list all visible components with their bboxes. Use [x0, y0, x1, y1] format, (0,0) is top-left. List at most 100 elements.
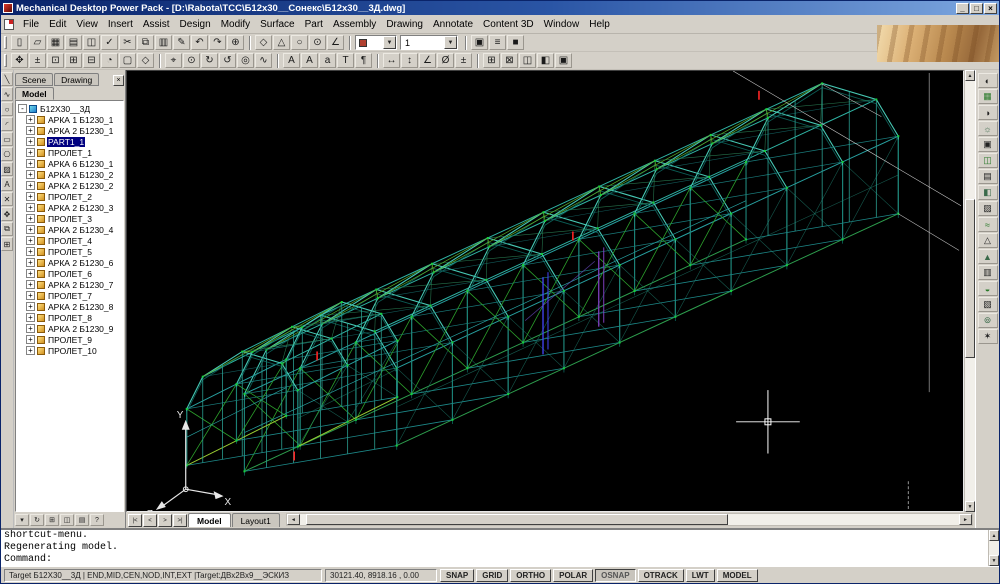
scenes-icon[interactable]: ▣ — [978, 137, 998, 152]
tree-expander[interactable]: + — [26, 148, 35, 157]
tree-item-арка-1-б1230-2[interactable]: +АРКА 1 Б1230_2 — [18, 169, 123, 180]
tree-expander[interactable]: + — [26, 214, 35, 223]
polygon-icon[interactable]: ⎔ — [1, 147, 13, 161]
menu-part[interactable]: Part — [300, 17, 328, 32]
combine-icon[interactable]: ◫ — [519, 53, 536, 68]
combo-dropdown-icon[interactable]: ▼ — [444, 36, 457, 49]
menu-drawing[interactable]: Drawing — [381, 17, 428, 32]
zoom-previous-icon[interactable]: ⊟ — [83, 53, 100, 68]
scroll-right-icon[interactable]: ► — [959, 514, 972, 525]
snap-center-icon[interactable]: ○ — [291, 35, 308, 50]
status-toggle-snap[interactable]: SNAP — [440, 569, 474, 582]
menu-file[interactable]: File — [18, 17, 44, 32]
tab-scene[interactable]: Scene — [15, 73, 53, 86]
sketch-icon[interactable]: ∿ — [255, 53, 272, 68]
tab-model-space[interactable]: Model — [188, 513, 231, 527]
tree-expander[interactable]: + — [26, 137, 35, 146]
tree-item-пролет-2[interactable]: +ПРОЛЕТ_2 — [18, 191, 123, 202]
background-icon[interactable]: ▨ — [978, 201, 998, 216]
new-assembly-icon[interactable]: ⊠ — [501, 53, 518, 68]
command-history[interactable]: shortcut-menu. Regenerating model. Comma… — [1, 530, 988, 566]
ucs-icon[interactable]: ⌖ — [165, 53, 182, 68]
scroll-down-icon[interactable]: ▼ — [965, 501, 975, 512]
materials-icon[interactable]: ◫ — [978, 153, 998, 168]
tree-item-арка-2-б1230-3[interactable]: +АРКА 2 Б1230_3 — [18, 202, 123, 213]
copy-icon[interactable]: ⧉ — [137, 35, 154, 50]
statistics-icon[interactable]: ▧ — [978, 297, 998, 312]
tree-item-арка-2-б1230-1[interactable]: +АРКА 2 Б1230_1 — [18, 125, 123, 136]
tab-first-button[interactable]: |< — [128, 514, 142, 527]
landscape-library-icon[interactable]: ▥ — [978, 265, 998, 280]
tree-item-пролет-7[interactable]: +ПРОЛЕТ_7 — [18, 290, 123, 301]
menu-surface[interactable]: Surface — [255, 17, 299, 32]
cut-icon[interactable]: ✂ — [119, 35, 136, 50]
menu-view[interactable]: View — [71, 17, 103, 32]
tree-expander[interactable]: + — [26, 115, 35, 124]
tree-expander[interactable]: + — [26, 159, 35, 168]
tree-item-арка-2-б1230-9[interactable]: +АРКА 2 Б1230_9 — [18, 323, 123, 334]
zoom-window-icon[interactable]: ⊡ — [47, 53, 64, 68]
tree-expander[interactable]: + — [26, 225, 35, 234]
tree-item-арка-2-б1230-8[interactable]: +АРКА 2 Б1230_8 — [18, 301, 123, 312]
regen-icon[interactable]: ↺ — [219, 53, 236, 68]
tab-drawing[interactable]: Drawing — [54, 73, 99, 86]
text-icon[interactable]: A — [283, 53, 300, 68]
view-3d-icon[interactable]: ◇ — [137, 53, 154, 68]
dtext-icon[interactable]: A — [1, 177, 13, 191]
browser-options-icon[interactable]: ? — [90, 514, 104, 526]
tree-expander[interactable]: + — [26, 324, 35, 333]
tab-prev-button[interactable]: < — [143, 514, 157, 527]
tree-expander[interactable]: + — [26, 181, 35, 190]
feature-icon[interactable]: ◧ — [537, 53, 554, 68]
named-views-icon[interactable]: ▢ — [119, 53, 136, 68]
scroll-up-icon[interactable]: ▲ — [965, 70, 975, 81]
tree-expander[interactable]: + — [26, 247, 35, 256]
viewport-hscrollbar[interactable]: ◄ ► — [286, 513, 973, 526]
close-button[interactable]: × — [984, 3, 997, 14]
tree-item-пролет-10[interactable]: +ПРОЛЕТ_10 — [18, 345, 123, 356]
tree-expander[interactable]: + — [26, 302, 35, 311]
tab-layout1[interactable]: Layout1 — [232, 513, 280, 527]
rectangle-icon[interactable]: ▭ — [1, 132, 13, 146]
properties-icon[interactable]: ▣ — [471, 35, 488, 50]
tree-expander[interactable]: + — [26, 203, 35, 212]
browser-filter-icon[interactable]: ▾ — [15, 514, 29, 526]
menu-content-3d[interactable]: Content 3D — [478, 17, 539, 32]
tree-item-пролет-8[interactable]: +ПРОЛЕТ_8 — [18, 312, 123, 323]
tree-item-пролет-6[interactable]: +ПРОЛЕТ_6 — [18, 268, 123, 279]
status-toggle-model[interactable]: MODEL — [717, 569, 758, 582]
line-icon[interactable]: ╲ — [1, 72, 13, 86]
landscape-new-icon[interactable]: △ — [978, 233, 998, 248]
tree-expander[interactable]: + — [26, 313, 35, 322]
combo-dropdown-icon[interactable]: ▼ — [383, 36, 396, 49]
tree-expander[interactable]: + — [26, 258, 35, 267]
menu-insert[interactable]: Insert — [103, 17, 138, 32]
menu-window[interactable]: Window — [539, 17, 585, 32]
paragraph-icon[interactable]: ¶ — [355, 53, 372, 68]
tree-item-пролет-1[interactable]: +ПРОЛЕТ_1 — [18, 147, 123, 158]
layer-combo[interactable]: 1 ▼ — [400, 35, 458, 50]
redo-icon[interactable]: ↷ — [209, 35, 226, 50]
hatch-icon[interactable]: ▨ — [1, 162, 13, 176]
color-combo[interactable]: ▼ — [355, 35, 397, 50]
open-icon[interactable]: ▱ — [29, 35, 46, 50]
tree-item-пролет-5[interactable]: +ПРОЛЕТ_5 — [18, 246, 123, 257]
tree-item-арка-2-б1230-6[interactable]: +АРКА 2 Б1230_6 — [18, 257, 123, 268]
tab-next-button[interactable]: > — [158, 514, 172, 527]
snap-endpoint-icon[interactable]: ◇ — [255, 35, 272, 50]
menu-assist[interactable]: Assist — [138, 17, 175, 32]
dim-angular-icon[interactable]: ∠ — [419, 53, 436, 68]
lights-icon[interactable]: ☼ — [978, 121, 998, 136]
menu-assembly[interactable]: Assembly — [328, 17, 381, 32]
materials-library-icon[interactable]: ▤ — [978, 169, 998, 184]
crosshair-cursor[interactable] — [736, 390, 800, 453]
new-icon[interactable]: ▯ — [11, 35, 28, 50]
landscape-edit-icon[interactable]: ▲ — [978, 249, 998, 264]
paste-icon[interactable]: ▥ — [155, 35, 172, 50]
tree-expander[interactable]: - — [18, 104, 27, 113]
tree-item-пролет-9[interactable]: +ПРОЛЕТ_9 — [18, 334, 123, 345]
move-icon[interactable]: ✥ — [1, 207, 13, 221]
color-control-icon[interactable]: ■ — [507, 35, 524, 50]
tree-item-пролет-4[interactable]: +ПРОЛЕТ_4 — [18, 235, 123, 246]
isolate-icon[interactable]: ◎ — [237, 53, 254, 68]
